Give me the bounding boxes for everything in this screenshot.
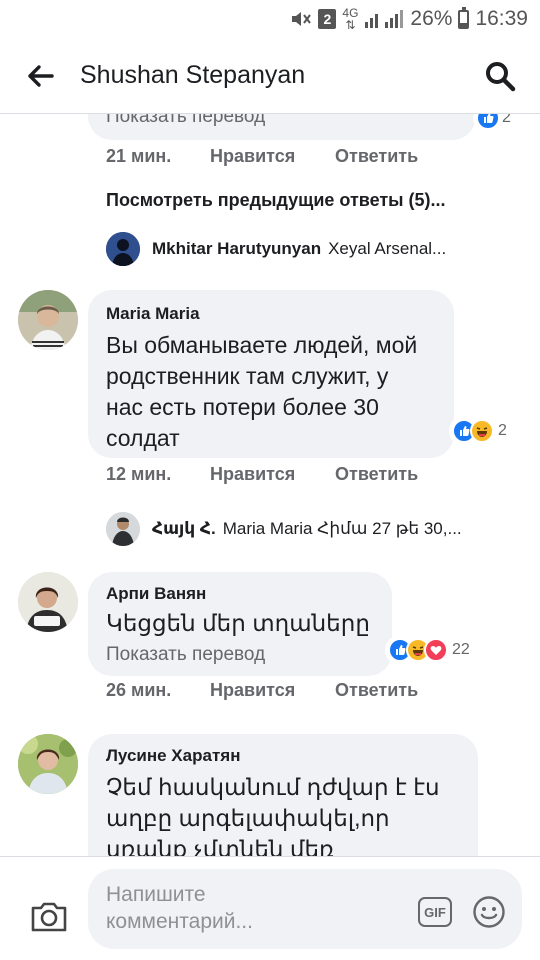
- reply-author: Mkhitar Harutyunyan: [152, 239, 322, 258]
- comment-text-line: родственник там служит, у: [106, 363, 389, 389]
- battery-percent: 26%: [410, 7, 453, 30]
- reply-preview[interactable]: Հայկ Հ. Maria Maria Հիմա 27 թե 30,...: [106, 512, 462, 546]
- love-reaction-icon: [424, 638, 448, 662]
- page-title: Shushan Stepanyan: [80, 61, 306, 89]
- comment-input-placeholder: Напишите комментарий...: [106, 883, 253, 933]
- reaction-count: 22: [452, 641, 470, 658]
- reply-button[interactable]: Ответить: [335, 680, 418, 701]
- reply-preview[interactable]: Mkhitar Harutyunyan Xeyal Arsenal...: [106, 232, 446, 266]
- comment-text-line: սռանք չմտնեն մեռ: [106, 836, 334, 856]
- comment-time: 21 мин.: [106, 146, 172, 166]
- like-button[interactable]: Нравится: [210, 464, 335, 485]
- avatar[interactable]: [18, 572, 78, 632]
- like-button[interactable]: Нравится: [210, 146, 335, 167]
- reply-snippet: Xeyal Arsenal...: [328, 239, 447, 258]
- comment-actions: 21 мин. Нравится Ответить: [106, 146, 418, 167]
- view-previous-replies-link[interactable]: Посмотреть предыдущие ответы (5)...: [106, 190, 446, 211]
- comment-text: Вы обманываете людей, мой родственник та…: [106, 330, 450, 454]
- comment-text-line: солдат: [106, 425, 180, 451]
- comment-time: 12 мин.: [106, 464, 172, 484]
- avatar[interactable]: [18, 734, 78, 794]
- reaction-count: 2: [498, 422, 507, 439]
- network-type: 4G ⇅: [342, 6, 359, 32]
- comment-author[interactable]: Maria Maria: [106, 304, 200, 324]
- comment-text-line: нас есть потери более 30: [106, 394, 379, 420]
- reply-button[interactable]: Ответить: [335, 464, 418, 485]
- gif-button[interactable]: GIF: [418, 897, 452, 927]
- back-button[interactable]: [0, 38, 80, 114]
- comment-author[interactable]: Арпи Ванян: [106, 584, 206, 604]
- emoji-button[interactable]: [472, 895, 506, 929]
- sim-badge: 2: [318, 9, 337, 29]
- comment-input[interactable]: Напишите комментарий... GIF: [88, 869, 522, 949]
- reaction-summary[interactable]: 2: [450, 417, 511, 445]
- show-translation-link[interactable]: Показать перевод: [106, 644, 265, 666]
- signal-icon: [364, 8, 404, 30]
- comment-actions: 12 мин. Нравится Ответить: [106, 464, 418, 485]
- arrow-left-icon: [28, 64, 54, 87]
- comment-text-line: աղբը արգելափակել,որ: [106, 805, 390, 831]
- comment-actions: 26 мин. Нравится Ответить: [106, 680, 418, 701]
- reply-author: Հայկ Հ.: [152, 519, 216, 538]
- search-button[interactable]: [460, 38, 540, 114]
- comment-text-line: Կեցցեն մեր տղաները: [106, 610, 370, 636]
- comment-composer: Напишите комментарий... GIF: [0, 856, 540, 960]
- reaction-summary[interactable]: 2: [474, 114, 515, 132]
- like-reaction-icon: [476, 114, 500, 130]
- comment-text: Կեցցեն մեր տղաները: [106, 608, 386, 639]
- reaction-summary[interactable]: 22: [386, 636, 474, 664]
- status-bar: 2 4G ⇅ 26% 16:39: [0, 0, 540, 38]
- avatar: [106, 512, 140, 546]
- emoji-icon: [473, 896, 505, 928]
- avatar[interactable]: [18, 290, 78, 350]
- camera-icon: [31, 902, 67, 932]
- comments-thread[interactable]: Показать перевод 2 21 мин. Нравится Отве…: [0, 114, 540, 856]
- like-button[interactable]: Нравится: [210, 680, 335, 701]
- comment-author[interactable]: Лусине Харатян: [106, 746, 240, 766]
- comment-text-line: Չեմ հասկանում դժվար է էս: [106, 774, 440, 800]
- clock: 16:39: [475, 7, 528, 30]
- haha-reaction-icon: [470, 419, 494, 443]
- app-header: Shushan Stepanyan: [0, 38, 540, 114]
- show-translation-link[interactable]: Показать перевод: [106, 114, 265, 128]
- reply-button[interactable]: Ответить: [335, 146, 418, 167]
- battery-icon: [458, 6, 470, 29]
- camera-button[interactable]: [30, 901, 68, 933]
- reply-snippet: Maria Maria Հիմա 27 թե 30,...: [222, 519, 462, 538]
- avatar: [106, 232, 140, 266]
- comment-time: 26 мин.: [106, 680, 172, 700]
- reaction-count: 2: [502, 114, 511, 126]
- search-icon: [486, 61, 516, 91]
- comment-text: Չեմ հասկանում դժվար է էս աղբը արգելափակե…: [106, 772, 470, 856]
- comment-text-line: Вы обманываете людей, мой: [106, 332, 418, 358]
- mute-icon: [290, 8, 312, 30]
